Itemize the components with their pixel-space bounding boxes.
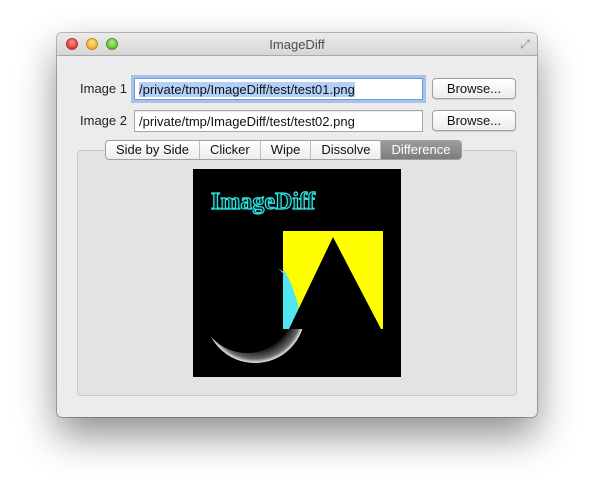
image2-path-field[interactable]: /private/tmp/ImageDiff/test/test02.png: [134, 110, 423, 132]
tab-clicker[interactable]: Clicker: [200, 141, 261, 159]
tab-dissolve[interactable]: Dissolve: [311, 141, 382, 159]
difference-image: ImageDiff: [193, 169, 401, 377]
window-title: ImageDiff: [269, 37, 325, 52]
tab-side-by-side[interactable]: Side by Side: [106, 141, 200, 159]
image1-browse-button[interactable]: Browse...: [432, 78, 516, 99]
crescent-mask: [199, 257, 295, 353]
tab-wipe[interactable]: Wipe: [261, 141, 312, 159]
diff-image-text: ImageDiff: [211, 189, 316, 215]
image1-label: Image 1: [80, 81, 127, 96]
fullscreen-icon[interactable]: ⤢: [518, 37, 532, 51]
view-mode-tabs: Side by Side Clicker Wipe Dissolve Diffe…: [105, 140, 462, 160]
image1-path-field[interactable]: /private/tmp/ImageDiff/test/test01.png: [134, 78, 423, 100]
difference-image-svg: ImageDiff: [199, 188, 383, 363]
tab-difference[interactable]: Difference: [381, 141, 461, 159]
image2-browse-button[interactable]: Browse...: [432, 110, 516, 131]
image2-label: Image 2: [80, 113, 127, 128]
image1-path-text: /private/tmp/ImageDiff/test/test01.png: [139, 82, 355, 97]
title-bar: ImageDiff ⤢: [57, 33, 537, 56]
image2-path-text: /private/tmp/ImageDiff/test/test02.png: [139, 114, 355, 129]
app-window: ImageDiff ⤢ Image 1 /private/tmp/ImageDi…: [57, 33, 537, 417]
